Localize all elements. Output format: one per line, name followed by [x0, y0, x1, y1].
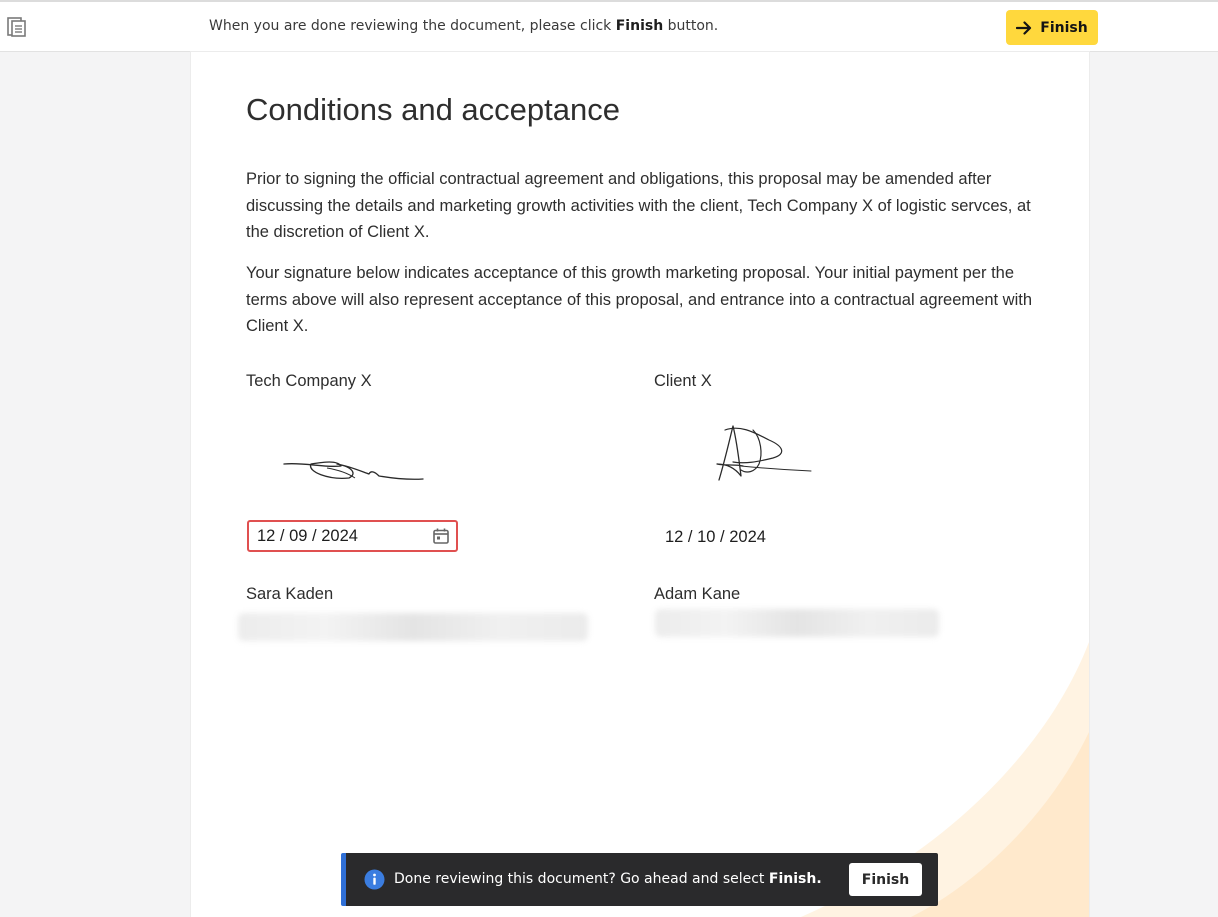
paragraph-acceptance: Your signature below indicates acceptanc… — [246, 264, 1033, 335]
date-value-tech-company: 12 / 09 / 2024 — [257, 526, 358, 545]
toast-finish-button[interactable]: Finish — [849, 863, 922, 896]
party-label-tech-company: Tech Company X — [246, 372, 372, 390]
info-icon — [364, 869, 385, 890]
signature-adam-kane — [716, 425, 812, 481]
signature-sara-kaden — [283, 461, 424, 480]
instruction-bold: Finish — [615, 18, 664, 34]
page-title: Conditions and acceptance — [246, 92, 620, 127]
date-input-tech-company[interactable]: 12 / 09 / 2024 — [247, 520, 458, 552]
document-icon[interactable] — [6, 16, 28, 38]
signer-name-sara: Sara Kaden — [246, 585, 334, 603]
blurred-signer-detail-client — [655, 609, 939, 637]
date-value-client: 12 / 10 / 2024 — [665, 528, 766, 546]
instruction-prefix: When you are done reviewing the document… — [209, 18, 616, 34]
paragraph-amendment: Prior to signing the official contractua… — [246, 170, 1031, 241]
blurred-signer-detail — [238, 613, 588, 641]
finish-button-label: Finish — [1040, 19, 1088, 36]
document-page: Conditions and acceptance Prior to signi… — [191, 52, 1089, 917]
arrow-right-icon — [1016, 20, 1032, 35]
signer-name-adam: Adam Kane — [654, 585, 741, 603]
calendar-icon[interactable] — [432, 527, 450, 545]
toast-message-prefix: Done reviewing this document? Go ahead a… — [394, 871, 769, 887]
finish-button[interactable]: Finish — [1006, 10, 1098, 45]
instruction-suffix: button. — [663, 18, 719, 34]
finish-reminder-toast: Done reviewing this document? Go ahead a… — [341, 853, 938, 906]
toast-message: Done reviewing this document? Go ahead a… — [394, 871, 822, 887]
top-toolbar: When you are done reviewing the document… — [0, 0, 1218, 52]
finish-instruction: When you are done reviewing the document… — [209, 18, 718, 34]
party-label-client: Client X — [654, 372, 712, 390]
toast-message-bold: Finish. — [768, 871, 822, 887]
